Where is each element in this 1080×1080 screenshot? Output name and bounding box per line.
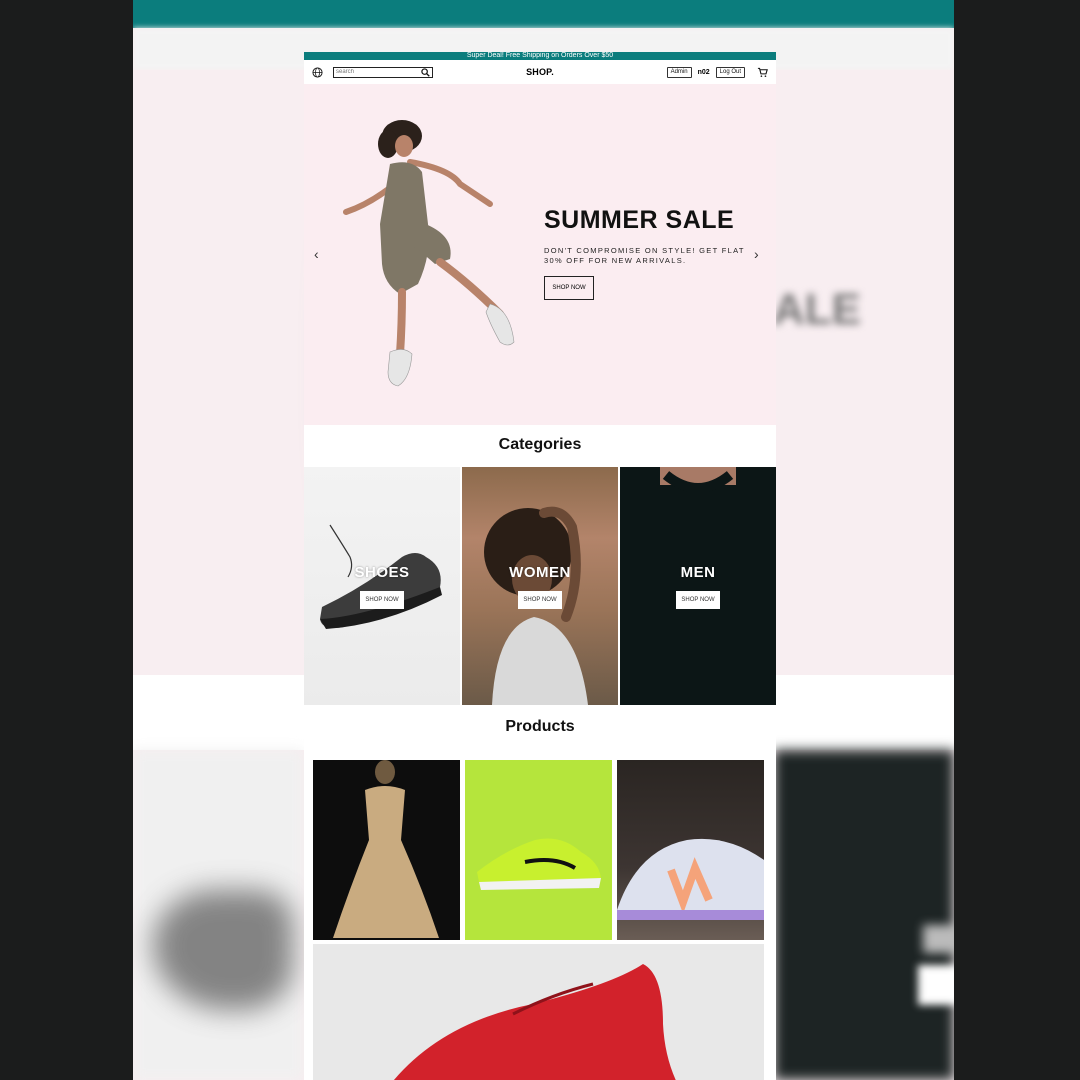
- hero-description: DON'T COMPROMISE ON STYLE! GET FLAT 30% …: [544, 246, 745, 265]
- categories-row: SHOES SHOP NOW WOMEN SHOP NOW MEN SHOP N…: [304, 467, 776, 705]
- nav-left: [312, 66, 433, 78]
- navbar: SHOP. Admin n02 Log Out: [304, 60, 776, 84]
- nav-right: Admin n02 Log Out: [666, 66, 768, 78]
- products-title: Products: [505, 718, 575, 735]
- search-input[interactable]: [336, 67, 416, 77]
- username: n02: [697, 68, 710, 76]
- sneaker-image: [477, 838, 601, 890]
- categories-title: Categories: [498, 436, 582, 453]
- product-card-green-sneaker[interactable]: [465, 760, 612, 940]
- search-box: [333, 66, 433, 78]
- hero-title: SUMMER SALE: [544, 206, 735, 234]
- category-label: WOMEN: [509, 564, 571, 581]
- hero-shop-now-button[interactable]: SHOP NOW: [544, 276, 594, 300]
- shop-now-button[interactable]: SHOP NOW: [360, 591, 404, 609]
- category-card-men[interactable]: MEN SHOP NOW: [620, 467, 776, 705]
- shoe-image: [320, 524, 442, 629]
- product-card-red-sneaker[interactable]: [313, 944, 764, 1080]
- chevron-left-icon[interactable]: ‹: [314, 247, 319, 261]
- man-image: [660, 467, 736, 493]
- dress-image: [333, 760, 439, 938]
- hero-slider: ‹ SUMMER SALE DON'T COMPROMISE ON STYLE!…: [304, 84, 776, 425]
- chevron-right-icon[interactable]: ›: [754, 247, 759, 261]
- sneaker-image: [617, 838, 764, 920]
- admin-button[interactable]: Admin: [666, 66, 692, 78]
- category-card-shoes[interactable]: SHOES SHOP NOW: [304, 467, 460, 705]
- category-label: SHOES: [354, 564, 410, 581]
- shop-now-button[interactable]: SHOP NOW: [676, 591, 720, 609]
- shop-page: Super Deal! Free Shipping on Orders Over…: [304, 52, 776, 1080]
- cart-icon[interactable]: [757, 67, 768, 78]
- site-logo[interactable]: SHOP.: [526, 67, 554, 77]
- woman-image: [484, 506, 588, 705]
- category-card-women[interactable]: WOMEN SHOP NOW: [462, 467, 618, 705]
- sneaker-image: [394, 964, 676, 1080]
- shop-now-button[interactable]: SHOP NOW: [518, 591, 562, 609]
- search-icon[interactable]: [421, 67, 430, 77]
- hero-model-image: [343, 120, 515, 387]
- product-card-dress[interactable]: [313, 760, 460, 940]
- products-grid: [304, 751, 776, 940]
- product-card-nb-sneaker[interactable]: [617, 760, 764, 940]
- category-label: MEN: [680, 564, 716, 581]
- globe-icon[interactable]: [312, 66, 323, 78]
- announcement-bar: Super Deal! Free Shipping on Orders Over…: [304, 52, 776, 60]
- logout-button[interactable]: Log Out: [715, 66, 745, 78]
